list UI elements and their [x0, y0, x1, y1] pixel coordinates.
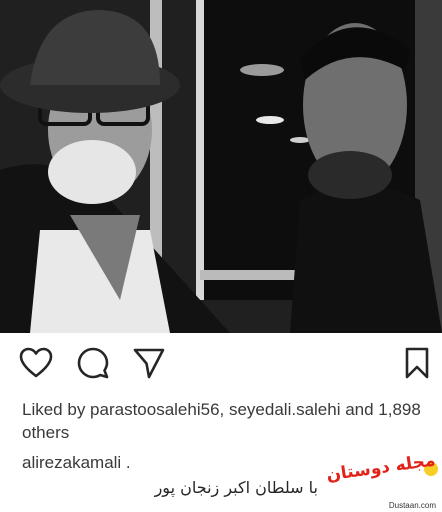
caption-text: با سلطان اکبر زنجان پور: [154, 478, 318, 497]
comment-button[interactable]: [76, 346, 110, 380]
bookmark-icon: [405, 347, 429, 379]
watermark-logo-text: مجله دوستان: [325, 450, 437, 486]
watermark-logo: مجله دوستان Dustaan.com: [322, 450, 442, 512]
send-icon: [133, 348, 165, 379]
post-actions-bar: [0, 333, 442, 391]
comment-icon: [77, 347, 109, 379]
watermark-site: Dustaan.com: [388, 501, 436, 510]
like-button[interactable]: [19, 346, 53, 380]
heart-icon: [19, 347, 53, 378]
save-button[interactable]: [400, 346, 434, 380]
caption-username[interactable]: alirezakamali .: [22, 453, 131, 473]
post-photo-illustration: [0, 0, 442, 333]
post-photo[interactable]: [0, 0, 442, 333]
likes-summary[interactable]: Liked by parastoosalehi56, seyedali.sale…: [22, 398, 432, 444]
share-button[interactable]: [132, 346, 166, 380]
